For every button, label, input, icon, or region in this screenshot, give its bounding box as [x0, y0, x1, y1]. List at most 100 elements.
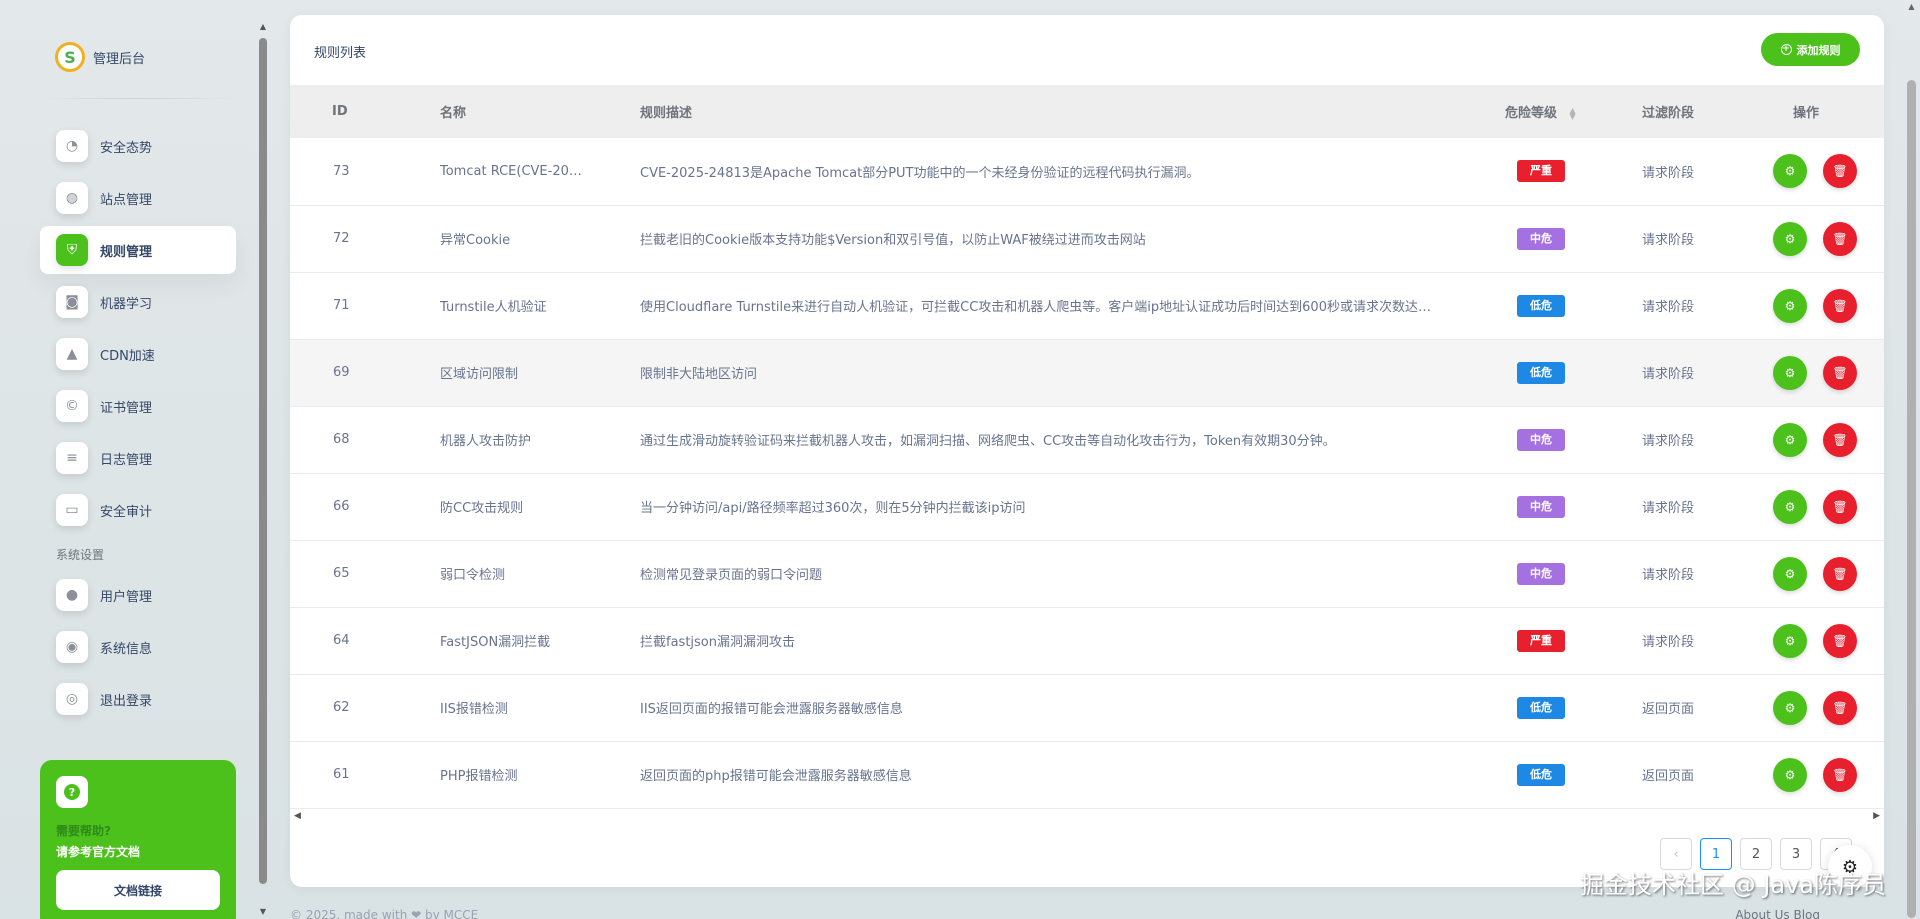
cell-stage: 返回页面 [1642, 769, 1695, 784]
sidebar-item-label: 机器学习 [100, 296, 153, 312]
docs-link-button[interactable]: 文档链接 [56, 870, 220, 910]
cell-desc: 拦截老旧的Cookie版本支持功能$Version和双引号值，以防止WAF被绕过… [640, 205, 1505, 272]
row-actions: ⚙ 🗑 [1773, 489, 1884, 524]
sidebar-scroll-thumb[interactable] [259, 38, 267, 884]
sidebar-item[interactable]: ▭ 安全审计 [40, 486, 236, 534]
delete-trash-icon[interactable]: 🗑 [1823, 154, 1857, 189]
sidebar-item[interactable]: ◎ 退出登录 [40, 675, 236, 723]
col-header-desc: 规则描述 [640, 106, 693, 121]
delete-trash-icon[interactable]: 🗑 [1823, 489, 1857, 524]
cell-stage: 请求阶段 [1642, 367, 1695, 382]
delete-trash-icon[interactable]: 🗑 [1823, 288, 1857, 323]
edit-gear-icon[interactable]: ⚙ [1773, 690, 1807, 725]
nav-section-label: 系统设置 [56, 548, 105, 562]
edit-gear-icon[interactable]: ⚙ [1773, 556, 1807, 591]
level-badge: 低危 [1517, 696, 1565, 719]
delete-trash-icon[interactable]: 🗑 [1823, 221, 1857, 256]
row-actions: ⚙ 🗑 [1773, 623, 1884, 658]
level-badge: 中危 [1517, 227, 1565, 250]
edit-gear-icon[interactable]: ⚙ [1773, 623, 1807, 658]
table-row: 71 Turnstile人机验证 使用Cloudflare Turnstile来进行… [290, 272, 1884, 339]
scroll-right-arrow-icon[interactable]: ▶ [1873, 811, 1880, 821]
cell-ops: ⚙ 🗑 [1773, 741, 1884, 808]
table-row: 64 FastJSON漏洞拦截 拦截fastjson漏洞漏洞攻击 严重 请求阶段 ⚙ 🗑 [290, 607, 1884, 674]
level-badge: 中危 [1517, 428, 1565, 451]
delete-trash-icon[interactable]: 🗑 [1823, 355, 1857, 390]
sidebar: S 管理后台 ◔ 安全态势 ◍ 站点管理 ⛨ 规则管理 ◙ 机器学习 ▲ CDN加速 © 证书管理 ≡ 日… [0, 0, 270, 919]
cell-name-text: PHP报错检测 [440, 769, 518, 784]
row-actions: ⚙ 🗑 [1773, 556, 1884, 591]
cell-stage: 请求阶段 [1642, 165, 1695, 181]
card-title: 规则列表 [314, 46, 367, 61]
sidebar-item-label: 日志管理 [100, 452, 153, 468]
sidebar-item[interactable]: © 证书管理 [40, 382, 236, 430]
col-header-level[interactable]: 危险等级 ▲ ▼ [1505, 85, 1642, 138]
sidebar-item[interactable]: ● 用户管理 [40, 571, 236, 619]
robot-icon: ◙ [56, 286, 88, 318]
cell-name-text: Turnstile人机验证 [440, 300, 547, 315]
cell-name-text: IIS报错检测 [440, 702, 508, 717]
database-icon: ≡ [56, 442, 88, 474]
brand[interactable]: S 管理后台 [55, 42, 145, 72]
window-scroll-up-icon[interactable]: ▲ [1903, 2, 1920, 11]
sidebar-item[interactable]: ◍ 站点管理 [40, 174, 236, 222]
sidebar-scrollbar[interactable]: ▲ ▼ [258, 22, 268, 919]
edit-gear-icon[interactable]: ⚙ [1773, 221, 1807, 256]
add-rule-button[interactable]: + 添加规则 [1761, 33, 1860, 66]
window-scrollbar[interactable]: ▲ [1903, 0, 1920, 919]
certificate-icon: © [56, 390, 88, 422]
info-icon: ◉ [56, 631, 88, 663]
scroll-left-arrow-icon[interactable]: ◀ [294, 811, 301, 821]
cell-desc: 拦截fastjson漏洞漏洞攻击 [640, 607, 1505, 674]
sidebar-item[interactable]: ◙ 机器学习 [40, 278, 236, 326]
delete-trash-icon[interactable]: 🗑 [1823, 556, 1857, 591]
cell-ops: ⚙ 🗑 [1773, 138, 1884, 205]
level-badge: 严重 [1517, 160, 1565, 183]
scroll-down-arrow-icon[interactable]: ▼ [258, 907, 268, 916]
edit-gear-icon[interactable]: ⚙ [1773, 422, 1807, 457]
delete-trash-icon[interactable]: 🗑 [1823, 757, 1857, 792]
delete-trash-icon[interactable]: 🗑 [1823, 422, 1857, 457]
cell-level: 严重 [1505, 138, 1642, 205]
table-row: 62 IIS报错检测 IIS返回页面的报错可能会泄露服务器敏感信息 低危 返回页面 ⚙ 🗑 [290, 674, 1884, 741]
cell-name: 弱口令检测 [440, 540, 640, 607]
sidebar-item[interactable]: ≡ 日志管理 [40, 434, 236, 482]
sidebar-item[interactable]: ◉ 系统信息 [40, 623, 236, 671]
cell-level: 中危 [1505, 540, 1642, 607]
cell-desc-text: 使用Cloudflare Turnstile来进行自动人机验证，可拦截CC攻击和… [640, 300, 1431, 315]
sidebar-item[interactable]: ▲ CDN加速 [40, 330, 236, 378]
cell-level: 中危 [1505, 205, 1642, 272]
cell-id: 64 [333, 633, 350, 648]
sidebar-item[interactable]: ◔ 安全态势 [40, 122, 236, 170]
footer-links[interactable]: About Us Blog [1735, 908, 1820, 919]
sidebar-item-label: 站点管理 [100, 192, 153, 208]
edit-gear-icon[interactable]: ⚙ [1773, 288, 1807, 323]
cell-id: 68 [333, 432, 350, 447]
sort-icon[interactable]: ▲ ▼ [1570, 106, 1576, 120]
cell-name: 异常Cookie [440, 205, 640, 272]
cell-name-text: Tomcat RCE(CVE-202… [440, 163, 590, 179]
row-actions: ⚙ 🗑 [1773, 221, 1884, 256]
scroll-up-arrow-icon[interactable]: ▲ [258, 22, 268, 31]
cell-id: 66 [333, 499, 350, 514]
table-row: 72 异常Cookie 拦截老旧的Cookie版本支持功能$Version和双引号值… [290, 205, 1884, 272]
plus-circle-icon: + [1780, 44, 1792, 55]
cell-id: 62 [333, 700, 350, 715]
window-scroll-thumb[interactable] [1907, 80, 1916, 918]
table-row: 65 弱口令检测 检测常见登录页面的弱口令问题 中危 请求阶段 ⚙ 🗑 [290, 540, 1884, 607]
cell-name-text: 防CC攻击规则 [440, 501, 524, 516]
cell-desc: 通过生成滑动旋转验证码来拦截机器人攻击，如漏洞扫描、网络爬虫、CC攻击等自动化攻… [640, 406, 1505, 473]
edit-gear-icon[interactable]: ⚙ [1773, 154, 1807, 189]
cell-stage: 返回页面 [1642, 702, 1695, 717]
edit-gear-icon[interactable]: ⚙ [1773, 355, 1807, 390]
delete-trash-icon[interactable]: 🗑 [1823, 690, 1857, 725]
delete-trash-icon[interactable]: 🗑 [1823, 623, 1857, 658]
globe-icon: ◍ [56, 182, 88, 214]
logout-icon: ◎ [56, 683, 88, 715]
edit-gear-icon[interactable]: ⚙ [1773, 757, 1807, 792]
cell-name: PHP报错检测 [440, 741, 640, 808]
sidebar-item[interactable]: ⛨ 规则管理 [40, 226, 236, 274]
edit-gear-icon[interactable]: ⚙ [1773, 489, 1807, 524]
cell-level: 中危 [1505, 406, 1642, 473]
brand-name: 管理后台 [93, 51, 146, 67]
